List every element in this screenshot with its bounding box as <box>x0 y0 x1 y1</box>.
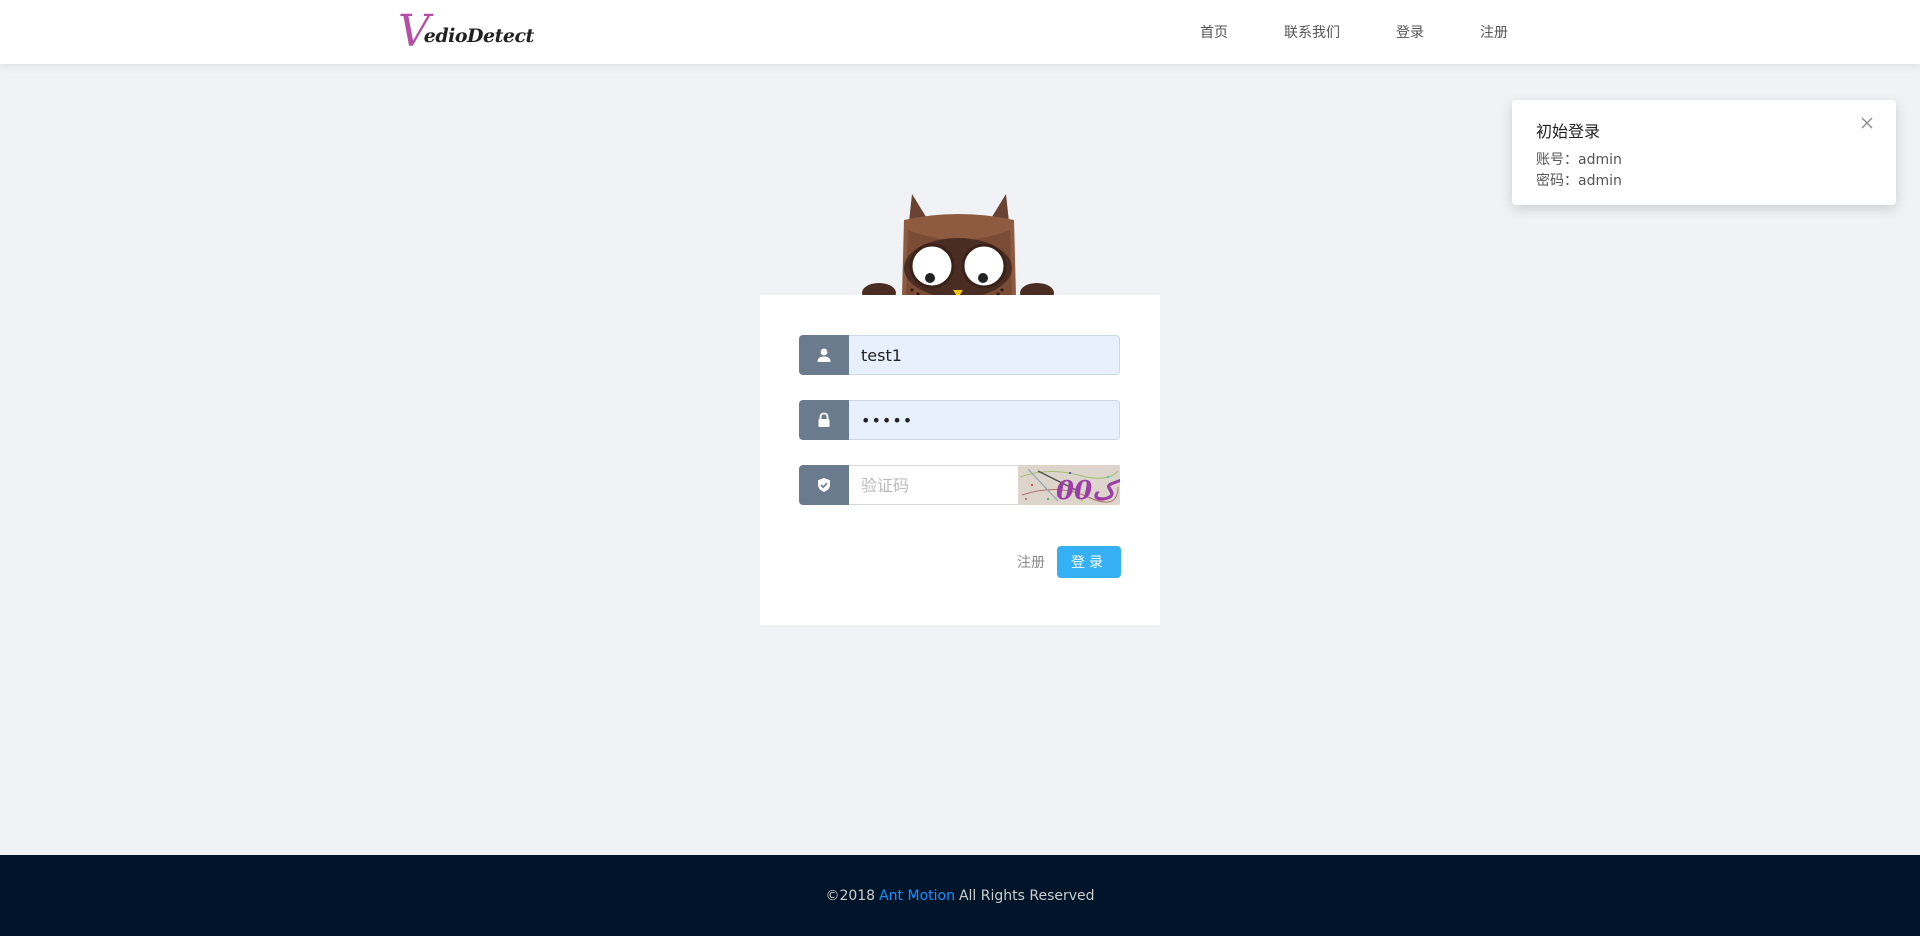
nav-home[interactable]: 首页 <box>1200 22 1228 42</box>
owl-mascot <box>862 190 1054 306</box>
register-link[interactable]: 注册 <box>1017 552 1045 572</box>
nav-login[interactable]: 登录 <box>1396 22 1424 42</box>
top-header: V edioDetect 首页 联系我们 登录 注册 <box>0 0 1920 64</box>
form-actions: 注册 登录 <box>1017 546 1121 578</box>
notification-account: 账号：admin <box>1536 152 1622 168</box>
footer: ©2018 Ant Motion All Rights Reserved <box>0 855 1920 936</box>
password-field <box>799 400 1120 440</box>
captcha-text: 0ک0 <box>1056 476 1120 505</box>
nav-register[interactable]: 注册 <box>1480 22 1508 42</box>
footer-suffix: All Rights Reserved <box>958 887 1095 904</box>
footer-prefix: ©2018 <box>825 887 876 904</box>
logo[interactable]: V edioDetect <box>398 10 534 54</box>
login-card: 0ک0 注册 登录 <box>760 295 1160 625</box>
nav-contact[interactable]: 联系我们 <box>1284 22 1340 42</box>
user-icon <box>799 335 849 375</box>
ant-motion-link[interactable]: Ant Motion <box>879 888 955 904</box>
notification-title: 初始登录 <box>1536 122 1601 141</box>
shield-check-icon <box>799 465 849 505</box>
username-field <box>799 335 1120 375</box>
notification-body: 账号：admin 密码：admin <box>1536 150 1872 192</box>
username-input[interactable] <box>849 335 1120 375</box>
main-nav: 首页 联系我们 登录 注册 <box>1200 0 1508 64</box>
notification-card: 初始登录 账号：admin 密码：admin <box>1512 100 1896 205</box>
lock-icon <box>799 400 849 440</box>
login-button[interactable]: 登录 <box>1057 546 1121 578</box>
captcha-field <box>799 465 1074 505</box>
close-icon[interactable] <box>1860 116 1874 130</box>
captcha-image[interactable]: 0ک0 <box>1018 465 1120 505</box>
footer-copyright: ©2018 Ant Motion All Rights Reserved <box>825 888 1094 904</box>
logo-text: edioDetect <box>423 25 535 47</box>
password-input[interactable] <box>849 400 1120 440</box>
notification-password: 密码：admin <box>1536 173 1622 189</box>
